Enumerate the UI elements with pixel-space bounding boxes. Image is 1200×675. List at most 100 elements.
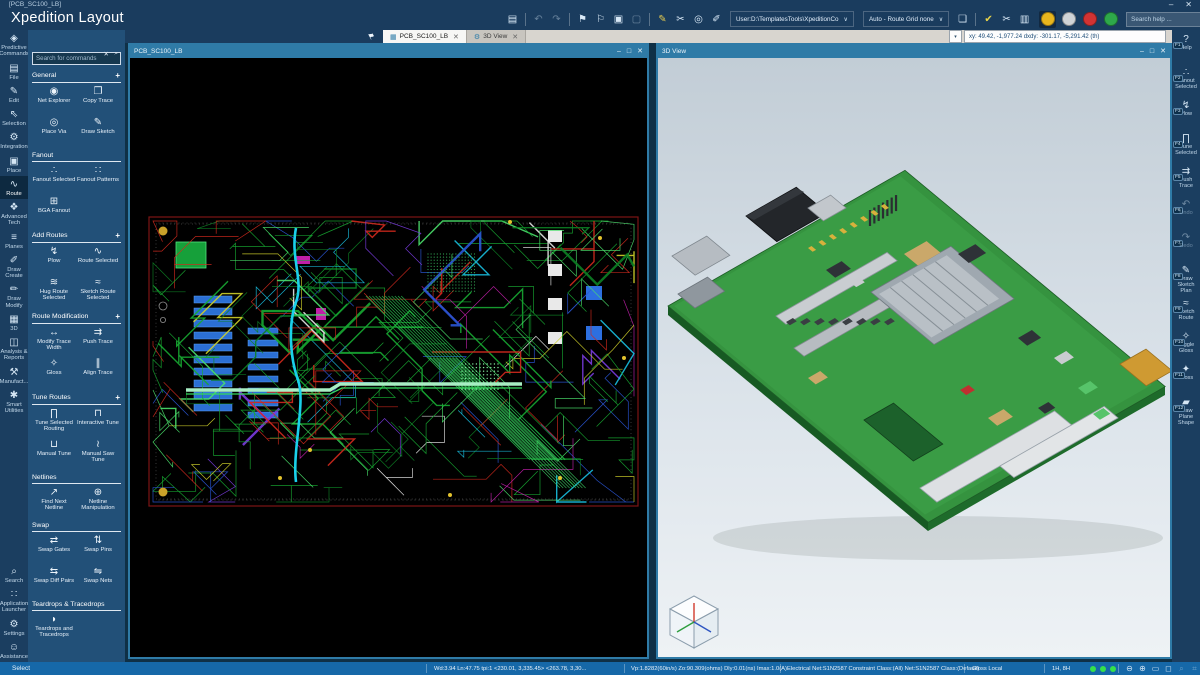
toolbar-icon[interactable]: ▣ [611,11,626,27]
toolbar-icon[interactable]: ▥ [1017,11,1032,27]
toolbar-icon[interactable]: ▤ [505,11,520,27]
tab-3d-view[interactable]: ⚙ 3D View ✕ [466,30,527,43]
add-command-icon[interactable]: + [115,231,120,240]
panel-section-header[interactable]: Teardrops & Tracedrops [32,599,121,611]
rail-item[interactable]: ◫ Analysis & Reports [0,334,28,364]
command-button[interactable]: ⊞ BGA Fanout [32,195,76,226]
add-command-icon[interactable]: + [115,312,120,321]
toolbar-icon[interactable] [569,12,570,26]
toolbar-icon[interactable]: ▢ [629,11,644,27]
toolbar-icon[interactable]: ✂ [999,11,1014,27]
rail-item[interactable]: ∷ Application Launcher [0,586,28,616]
command-button[interactable]: ⇆ Swap Diff Pairs [32,565,76,596]
maximize-icon[interactable]: □ [1150,47,1154,56]
zoom-icon-button[interactable]: ⊖ [1124,663,1135,674]
command-button[interactable]: ∷ Fanout Patterns [76,164,120,195]
toolbar-icon[interactable] [525,12,526,26]
rail-shortcut-item[interactable]: ✧ F10 Toggle Gloss [1172,327,1200,360]
status-ball-button[interactable] [1081,11,1098,28]
rail-shortcut-item[interactable]: ∴ F2 Fanout Selected [1172,63,1200,96]
toolbar-icon[interactable] [975,12,977,26]
rail-item[interactable]: ◈ Predictive Commands [0,30,29,60]
rail-item[interactable]: ⇖ Selection [0,106,28,129]
command-button[interactable]: ◉ Net Explorer [32,85,76,116]
command-button[interactable]: ↔ Modify Trace Width [32,326,76,357]
minimize-icon[interactable]: – [617,47,621,56]
panel-section-header[interactable]: Route Modification + [32,310,121,324]
view3d-canvas[interactable] [658,58,1170,657]
toolbar-icon[interactable] [649,12,650,26]
panel-section-header[interactable]: Tune Routes + [32,391,121,405]
command-button[interactable]: ⊓ Interactive Tune [76,407,120,438]
pcb-window-titlebar[interactable]: PCB_SC100_LB – □ ✕ [130,45,647,58]
command-button[interactable]: ≈ Sketch Route Selected [76,276,120,307]
command-button[interactable]: ⊕ Netline Manipulation [76,486,120,517]
toolbar-icon[interactable]: ↶ [531,11,546,27]
zoom-icon-button[interactable]: ⌗ [1189,663,1200,674]
route-grid-dropdown[interactable]: Auto - Route Grid none ∨ [862,11,950,27]
toolbar-icon[interactable]: ⚑ [575,11,590,27]
command-button[interactable]: ⇉ Push Trace [76,326,120,357]
toolbar-icon[interactable]: ✎ [655,11,670,27]
toolbar-icon[interactable]: ✂ [673,11,688,27]
rail-item[interactable]: ▣ Place [0,153,28,176]
rail-shortcut-item[interactable]: ↷ F7 Redo [1172,228,1200,261]
toolbar-icon[interactable]: ❏ [955,11,970,27]
panel-section-header[interactable]: Add Routes + [32,229,121,243]
maximize-icon[interactable]: □ [627,47,631,56]
rail-item[interactable]: ⚙ Integration [0,129,28,152]
status-ball-button[interactable] [1060,11,1077,28]
rail-shortcut-item[interactable]: ▰ F12 Draw Plane Shape [1172,393,1200,426]
help-search-input[interactable] [1126,11,1200,27]
layer-pair-status[interactable]: 1H, 8H [1052,662,1070,675]
rail-item[interactable]: ⚙ Settings [0,616,28,639]
command-button[interactable]: ∏ Tune Selected Routing [32,407,76,438]
rail-item[interactable]: ⌕ Search [0,563,28,586]
rail-item[interactable]: ❖ Advanced Tech [0,199,28,229]
coordinate-dropdown-caret[interactable]: ▾ [949,30,962,43]
add-command-icon[interactable]: + [115,71,120,80]
command-button[interactable]: ∿ Route Selected [76,245,120,276]
rail-shortcut-item[interactable]: ⇉ F5 Push Trace [1172,162,1200,195]
toolbar-icon[interactable]: ✔ [981,11,996,27]
rail-item[interactable]: ☺ Assistance [0,639,28,662]
command-button[interactable]: ↯ Plow [32,245,76,276]
rail-shortcut-item[interactable]: ✦ F11 Gloss [1172,360,1200,393]
rail-item[interactable]: ✱ Smart Utilities [0,387,28,417]
toolbar-icon[interactable]: ⚐ [593,11,608,27]
panel-section-header[interactable]: Fanout [32,150,121,162]
tab-close-icon[interactable]: ✕ [453,33,459,41]
minimize-icon[interactable]: – [1140,47,1144,56]
toolbar-icon[interactable]: ↷ [549,11,564,27]
command-button[interactable]: ∴ Fanout Selected [32,164,76,195]
panel-section-header[interactable]: Netlines [32,472,121,484]
tab-close-icon[interactable]: ✕ [512,33,518,41]
rail-shortcut-item[interactable]: ↯ F3 Plow [1172,96,1200,129]
command-button[interactable]: ⇋ Swap Nets [76,565,120,596]
status-ball-button[interactable] [1039,10,1057,28]
panel-section-header[interactable]: General + [32,69,121,83]
command-button[interactable]: ✎ Draw Sketch [76,116,120,147]
command-button[interactable]: ↗ Find Next Netline [32,486,76,517]
rail-item[interactable]: ≡ Planes [0,229,28,252]
rail-item[interactable]: ✎ Edit [0,83,28,106]
rail-item[interactable]: ⚒ Manufact... [0,364,28,387]
rail-item[interactable]: ▦ 3D [0,311,28,334]
command-button[interactable]: ≀ Manual Saw Tune [76,438,120,469]
rail-shortcut-item[interactable]: ? F1 Help [1172,30,1200,63]
project-path-dropdown[interactable]: User:D:\TemplatesTools\XpeditionCo ∨ [730,11,854,27]
zoom-icon-button[interactable]: ⊕ [1137,663,1148,674]
panel-section-header[interactable]: Swap [32,520,121,532]
rail-item[interactable]: ✏ Draw Modify [0,281,28,311]
command-button[interactable]: ∥ Align Trace [76,357,120,388]
rail-item[interactable]: ✐ Draw Create [0,252,28,282]
rail-shortcut-item[interactable]: ≈ F9 Sketch Route [1172,294,1200,327]
pcb-canvas[interactable] [130,58,647,657]
command-button[interactable]: ⇄ Swap Gates [32,534,76,565]
rail-item[interactable]: ∿ Route [0,175,28,199]
command-button[interactable]: ⇅ Swap Pins [76,534,120,565]
add-command-icon[interactable]: + [115,393,120,402]
command-button[interactable]: ◎ Place Via [32,116,76,147]
zoom-icon-button[interactable]: ▭ [1150,663,1161,674]
command-button[interactable]: ◗ Teardrops and Tracedrops [32,613,76,644]
